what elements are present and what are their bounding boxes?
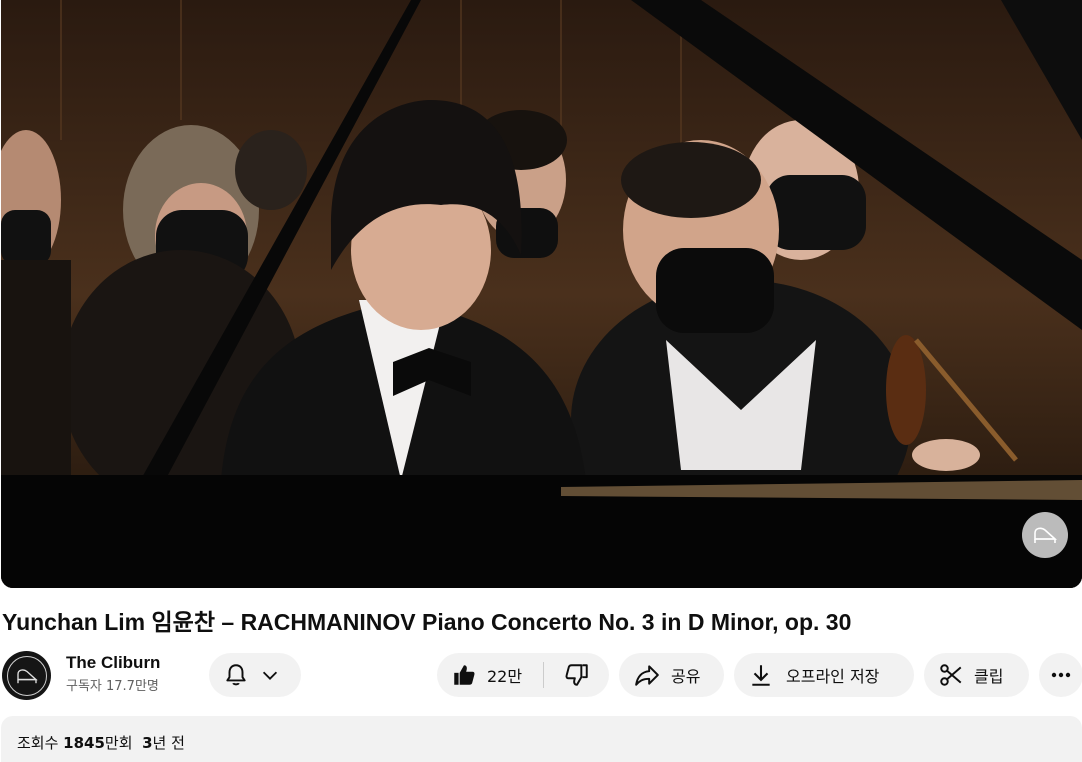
description-box[interactable]: 조회수 1845만회 3년 전 (1, 716, 1082, 762)
subscriber-count: 구독자 17.7만명 (66, 679, 159, 694)
share-icon (635, 665, 659, 686)
download-icon (752, 665, 770, 686)
more-actions-button[interactable] (1039, 653, 1082, 697)
dislike-button[interactable] (544, 653, 609, 697)
bell-icon (226, 664, 246, 686)
thumbs-down-icon (565, 664, 588, 686)
channel-watermark[interactable] (1022, 512, 1068, 558)
like-dislike-group: 22만 (437, 653, 609, 697)
share-label: 공유 (671, 667, 701, 686)
chevron-down-icon (262, 671, 278, 680)
video-title: Yunchan Lim 임윤찬 – RACHMANINOV Piano Conc… (2, 609, 852, 635)
scissors-icon (940, 664, 962, 686)
views-unit: 만회 (104, 734, 133, 752)
thumbs-up-icon (454, 665, 475, 685)
download-label: 오프라인 저장 (786, 667, 880, 686)
piano-icon (1034, 527, 1058, 543)
video-frame (1, 0, 1082, 588)
clip-label: 클립 (974, 667, 1004, 686)
clip-button[interactable]: 클립 (924, 653, 1029, 697)
download-button[interactable]: 오프라인 저장 (734, 653, 914, 697)
views-prefix: 조회수 (17, 734, 64, 752)
like-count: 22만 (487, 667, 523, 686)
piano-icon (16, 668, 38, 683)
like-button[interactable]: 22만 (437, 653, 543, 697)
channel-avatar[interactable] (2, 651, 51, 700)
views-count: 1845 (63, 734, 105, 752)
video-player[interactable] (1, 0, 1082, 588)
upload-age-unit: 년 전 (152, 734, 185, 752)
channel-name[interactable]: The Cliburn (66, 652, 160, 674)
upload-age-number: 3 (142, 734, 153, 752)
view-stats: 조회수 1845만회 3년 전 (17, 733, 185, 753)
notification-bell-button[interactable] (209, 653, 301, 697)
more-horizontal-icon (1051, 672, 1071, 678)
share-button[interactable]: 공유 (619, 653, 724, 697)
